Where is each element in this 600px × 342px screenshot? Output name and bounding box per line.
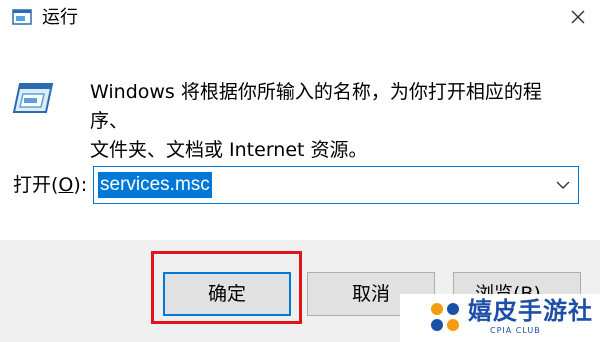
logo-name: 嬉皮手游社 [468,297,593,325]
title-bar: 运行 [0,0,600,40]
chevron-down-icon[interactable] [554,176,572,194]
description-line-2: 文件夹、文档或 Internet 资源。 [90,139,368,161]
open-combobox[interactable]: services.msc [93,166,579,204]
open-label-prefix: 打开( [13,174,59,196]
highlight-annotation [151,251,302,324]
pinwheel-logo-icon [428,300,462,334]
run-dialog: 运行 Windows 将根据你所输入的名称，为你打开相应的程序、 文件夹、文档或… [0,0,600,342]
window-title: 运行 [42,7,78,28]
run-dialog-icon [10,80,54,118]
site-logo: 嬉皮手游社 CPIA CLUB [400,294,600,342]
close-icon [570,9,586,29]
open-label-suffix: ): [73,174,88,196]
description-line-1: Windows 将根据你所输入的名称，为你打开相应的程序、 [90,81,542,132]
open-input[interactable]: services.msc [98,172,212,198]
close-button[interactable] [560,2,596,36]
run-app-icon [12,8,32,26]
description-text: Windows 将根据你所输入的名称，为你打开相应的程序、 文件夹、文档或 In… [90,78,570,165]
logo-subtitle: CPIA CLUB [490,326,541,335]
open-label-accelerator: O [58,174,74,196]
open-label: 打开(O): [13,172,87,198]
